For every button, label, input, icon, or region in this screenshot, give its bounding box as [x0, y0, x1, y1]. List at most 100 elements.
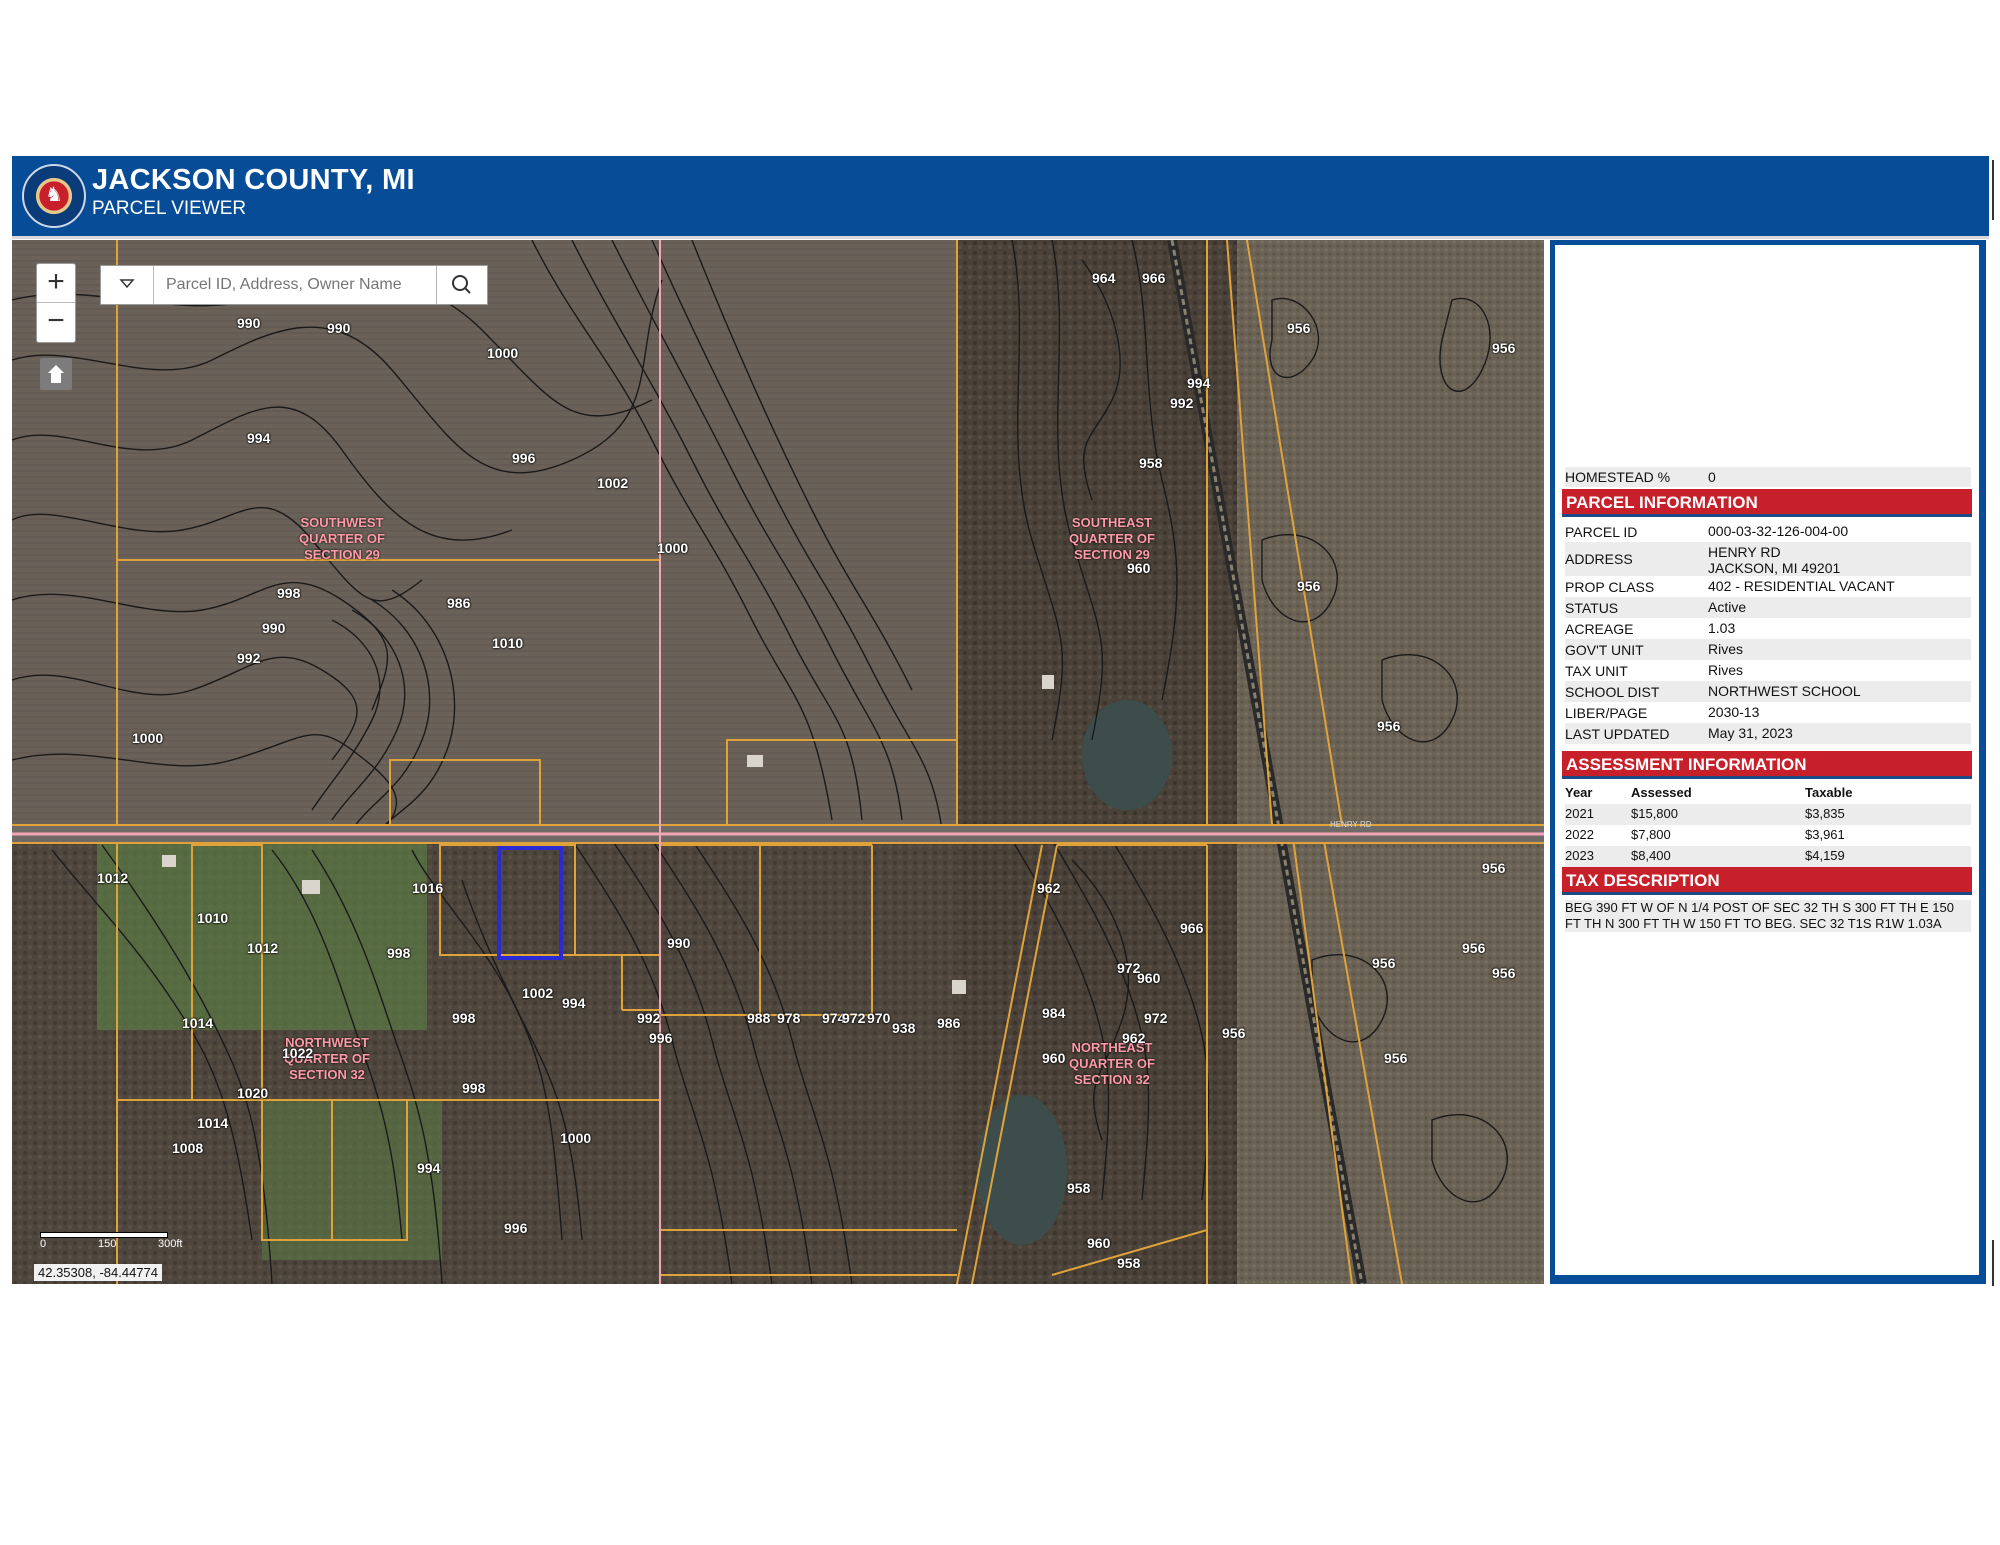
contour-elevation-label: 956 [1222, 1025, 1246, 1041]
contour-elevation-label: 996 [512, 450, 536, 466]
parcel-row: GOV'T UNIT Rives [1565, 639, 1971, 660]
search-source-dropdown[interactable] [101, 266, 154, 304]
contour-elevation-label: 938 [892, 1020, 916, 1036]
parcel-row-value-line2: JACKSON, MI 49201 [1708, 560, 1841, 576]
assessment-info-header: ASSESSMENT INFORMATION [1562, 751, 1972, 779]
contour-elevation-label: 986 [937, 1015, 961, 1031]
scale-label-300: 300ft [158, 1238, 183, 1250]
tax-description-text: BEG 390 FT W OF N 1/4 POST OF SEC 32 TH … [1565, 900, 1971, 932]
assessment-cell: $8,400 [1631, 848, 1671, 863]
parcel-row-label: STATUS [1565, 600, 1619, 616]
contour-elevation-label: 990 [327, 320, 351, 336]
contour-elevation-label: 1014 [197, 1115, 229, 1131]
zoom-in-button[interactable]: + [37, 264, 75, 303]
assessment-cell: $7,800 [1631, 827, 1671, 842]
contour-elevation-label: 966 [1180, 920, 1204, 936]
parcel-info-header: PARCEL INFORMATION [1562, 489, 1972, 517]
parcel-row-label: PROP CLASS [1565, 579, 1655, 595]
horse-icon: ♞ [45, 184, 63, 206]
contour-elevation-label: 956 [1492, 340, 1516, 356]
assessment-cell: $15,800 [1631, 806, 1678, 821]
parcel-row-value: Active [1708, 599, 1747, 615]
contour-elevation-label: 956 [1462, 940, 1486, 956]
parcel-row: LAST UPDATED May 31, 2023 [1565, 723, 1971, 744]
map-view[interactable]: SOUTHWEST QUARTER OF SECTION 29 SOUTHEAST… [12, 240, 1544, 1284]
cursor-coordinates: 42.35308, -84.44774 [34, 1264, 162, 1281]
contour-elevation-label: 1000 [132, 730, 164, 746]
tax-description-header: TAX DESCRIPTION [1562, 867, 1972, 895]
contour-elevation-label: 962 [1037, 880, 1061, 896]
contour-elevation-label: 956 [1372, 955, 1396, 971]
contour-elevation-label: 1012 [97, 870, 129, 886]
contour-elevation-label: 992 [1170, 395, 1194, 411]
assessment-row: 2023 $8,400 $4,159 [1565, 846, 1971, 867]
parcel-row-value: Rives [1708, 662, 1744, 678]
parcel-row-value: Rives [1708, 641, 1744, 657]
assessment-header-row: Year Assessed Taxable [1565, 783, 1971, 804]
contour-elevation-label: 1014 [182, 1015, 214, 1031]
parcel-row-label: SCHOOL DIST [1565, 684, 1660, 700]
zoom-control: + − [36, 263, 76, 343]
contour-elevation-label: 972 [842, 1010, 866, 1026]
parcel-row: PROP CLASS 402 - RESIDENTIAL VACANT [1565, 576, 1971, 597]
contour-elevation-label: 990 [667, 935, 691, 951]
parcel-row-value: 2030-13 [1708, 704, 1760, 720]
contour-elevation-label: 994 [562, 995, 586, 1011]
search-input[interactable] [154, 266, 437, 304]
contour-elevation-label: 998 [462, 1080, 486, 1096]
app-subtitle: PARCEL VIEWER [92, 198, 247, 219]
parcel-row-label: ADDRESS [1565, 551, 1633, 567]
scale-label-0: 0 [40, 1238, 47, 1250]
assessment-cell: 2023 [1565, 848, 1594, 863]
contour-elevation-label: 970 [867, 1010, 891, 1026]
contour-elevation-label: 958 [1139, 455, 1163, 471]
contour-elevation-label: 996 [504, 1220, 528, 1236]
contour-elevation-label: 1010 [492, 635, 524, 651]
parcel-row-value: NORTHWEST SCHOOL [1708, 683, 1861, 699]
home-icon [48, 365, 64, 383]
contour-elevation-label: 994 [247, 430, 271, 446]
contour-elevation-label: 960 [1087, 1235, 1111, 1251]
map-labels: SOUTHWEST QUARTER OF SECTION 29 SOUTHEAST… [12, 240, 1544, 1284]
assessment-row: 2022 $7,800 $3,961 [1565, 825, 1971, 846]
contour-elevation-label: 1016 [412, 880, 444, 896]
parcel-row-label: ACREAGE [1565, 621, 1634, 637]
contour-elevation-label: 1002 [522, 985, 554, 1001]
contour-elevation-label: 966 [1142, 270, 1166, 286]
contour-elevation-label: 956 [1297, 578, 1321, 594]
parcel-row: ADDRESS HENRY RD JACKSON, MI 49201 [1565, 542, 1971, 576]
contour-elevation-label: 972 [1117, 960, 1141, 976]
search-bar [100, 265, 488, 305]
search-button[interactable] [436, 266, 487, 304]
search-icon [452, 275, 471, 294]
zoom-out-button[interactable]: − [37, 303, 75, 341]
contour-elevation-label: 956 [1482, 860, 1506, 876]
parcel-row-label: LIBER/PAGE [1565, 705, 1648, 721]
home-button[interactable] [40, 358, 72, 390]
contour-elevation-label: 994 [1187, 375, 1211, 391]
panel-content[interactable]: HOMESTEAD % 0 PARCEL INFORMATION PARCEL … [1555, 245, 1979, 1275]
contour-elevation-label: 964 [1092, 270, 1116, 286]
contour-elevation-label: 998 [452, 1010, 476, 1026]
parcel-row: PARCEL ID 000-03-32-126-004-00 [1565, 521, 1971, 542]
assessment-cell: $4,159 [1805, 848, 1845, 863]
app-header: ♞ JACKSON COUNTY, MI PARCEL VIEWER [12, 156, 1989, 239]
assessment-cell: $3,835 [1805, 806, 1845, 821]
section-label: NORTHEAST QUARTER OF SECTION 32 [1069, 1040, 1155, 1087]
assessment-row: 2021 $15,800 $3,835 [1565, 804, 1971, 825]
window-edge-bottom [1992, 1240, 1994, 1286]
contour-elevation-label: 986 [447, 595, 471, 611]
parcel-row-value: May 31, 2023 [1708, 725, 1793, 741]
section-label: SOUTHWEST QUARTER OF SECTION 29 [299, 515, 385, 562]
assessment-cell: 2022 [1565, 827, 1594, 842]
contour-elevation-label: 988 [747, 1010, 771, 1026]
contour-elevation-label: 958 [1117, 1255, 1141, 1271]
window-edge [1992, 160, 1994, 220]
contour-elevation-label: 962 [1122, 1030, 1146, 1046]
homestead-row: HOMESTEAD % 0 [1565, 467, 1971, 487]
contour-elevation-label: 998 [277, 585, 301, 601]
contour-elevation-label: 978 [777, 1010, 801, 1026]
parcel-row-label: TAX UNIT [1565, 663, 1628, 679]
scale-bar: 0 150 300ft [40, 1230, 183, 1250]
scale-label-150: 150 [98, 1238, 117, 1250]
